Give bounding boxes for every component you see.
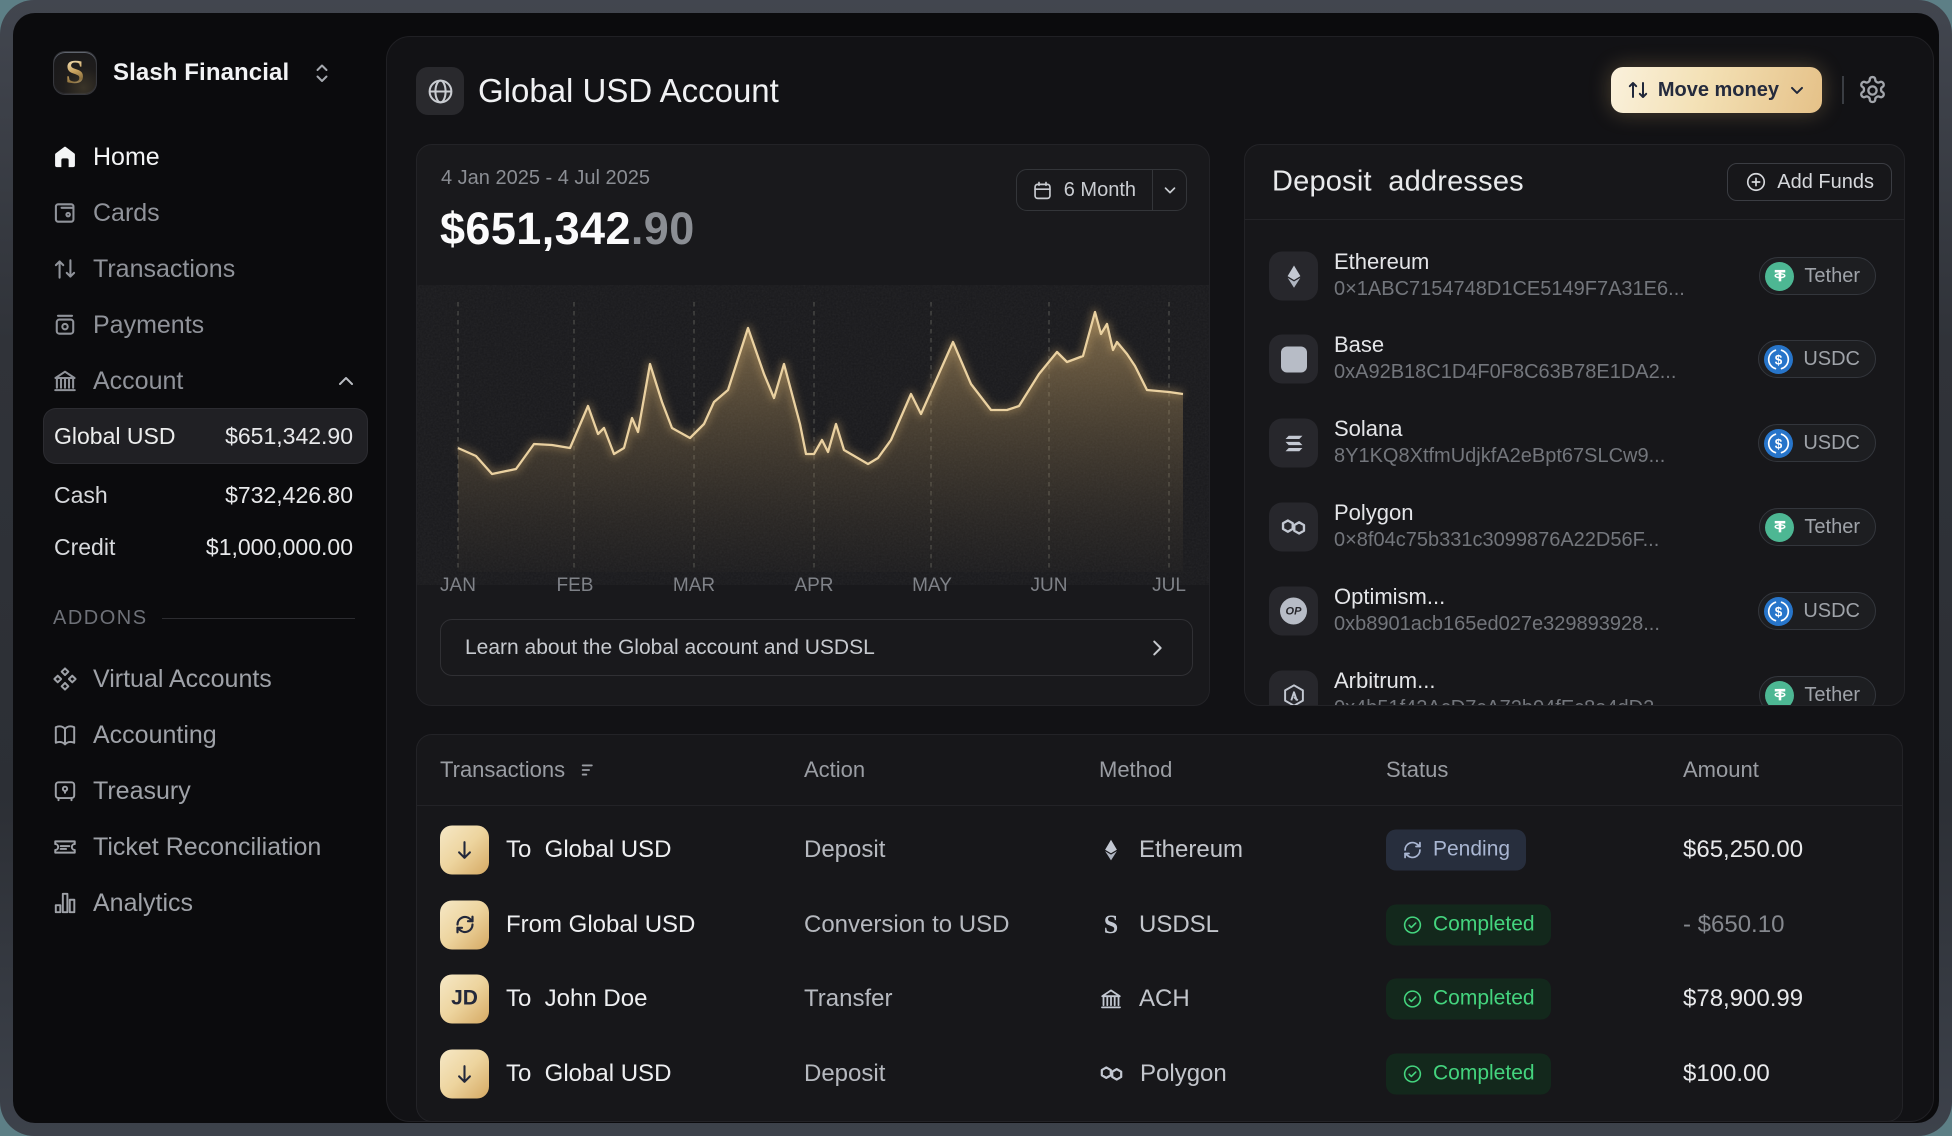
svg-text:$: $ — [1775, 436, 1783, 451]
svg-text:$: $ — [1775, 604, 1783, 619]
svg-text:$: $ — [1775, 352, 1783, 367]
